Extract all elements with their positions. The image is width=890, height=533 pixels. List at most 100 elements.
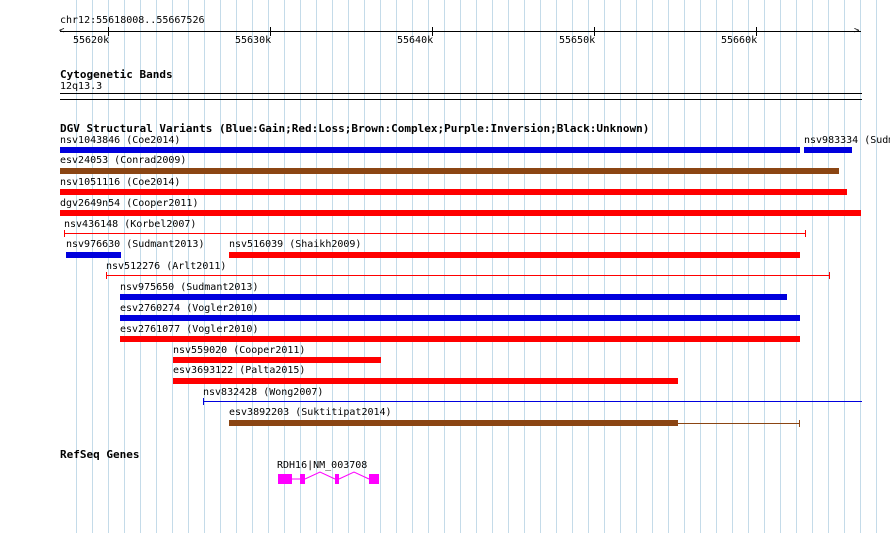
variant-label[interactable]: dgv2649n54 (Cooper2011) [60, 198, 198, 210]
variant-label[interactable]: nsv832428 (Wong2007) [203, 387, 323, 399]
variant-feature[interactable] [804, 147, 852, 153]
grid-line [444, 0, 445, 533]
grid-line [540, 0, 541, 533]
variant-end-tick [106, 272, 107, 279]
gene-model-rdh16[interactable] [270, 466, 390, 490]
variant-label[interactable]: nsv512276 (Arlt2011) [106, 261, 226, 273]
ruler-label: 55640k [397, 35, 434, 46]
variant-feature[interactable] [173, 357, 381, 363]
grid-line [428, 0, 429, 533]
grid-line [572, 0, 573, 533]
variant-feature[interactable] [60, 168, 839, 174]
ruler-label: 55620k [73, 35, 110, 46]
grid-line [652, 0, 653, 533]
grid-line [380, 0, 381, 533]
grid-line [556, 0, 557, 533]
ruler-left-arrow: < [59, 26, 65, 36]
location-label: chr12:55618008..55667526 [60, 15, 205, 26]
variant-feature[interactable] [203, 401, 862, 402]
grid-line [412, 0, 413, 533]
grid-line [668, 0, 669, 533]
grid-line [636, 0, 637, 533]
variant-end-tick [203, 398, 204, 405]
grid-line [812, 0, 813, 533]
grid-line [796, 0, 797, 533]
genome-browser-view: chr12:55618008..55667526 < > 55620k 5563… [0, 0, 890, 533]
variant-feature[interactable] [229, 420, 678, 426]
variant-label[interactable]: nsv436148 (Korbel2007) [64, 219, 196, 231]
grid-line [604, 0, 605, 533]
variant-feature[interactable] [106, 275, 830, 276]
dgv-track-title[interactable]: DGV Structural Variants (Blue:Gain;Red:L… [60, 122, 649, 135]
grid-line [332, 0, 333, 533]
cytoband-track-title[interactable]: Cytogenetic Bands [60, 68, 173, 81]
variant-feature[interactable] [60, 210, 861, 216]
grid-line [268, 0, 269, 533]
grid-line [588, 0, 589, 533]
grid-line [732, 0, 733, 533]
gene-exon [278, 474, 292, 484]
refseq-track-title[interactable]: RefSeq Genes [60, 448, 139, 461]
cytoband-label: 12q13.3 [60, 81, 103, 92]
grid-line [748, 0, 749, 533]
grid-line [348, 0, 349, 533]
grid-line [252, 0, 253, 533]
gene-exon [335, 474, 339, 484]
ruler-label: 55630k [235, 35, 272, 46]
variant-end-tick [64, 230, 65, 237]
grid-line [684, 0, 685, 533]
grid-line [284, 0, 285, 533]
variant-feature[interactable] [229, 252, 800, 258]
variant-label[interactable]: nsv983334 (Sudm [804, 135, 890, 147]
cytoband-line [60, 93, 862, 94]
grid-line [524, 0, 525, 533]
variant-label[interactable]: nsv1051116 (Coe2014) [60, 177, 180, 189]
variant-end-tick [799, 420, 800, 427]
ruler-label: 55660k [721, 35, 758, 46]
grid-line [780, 0, 781, 533]
grid-line [716, 0, 717, 533]
variant-end-tick [829, 272, 830, 279]
gene-exon [300, 474, 305, 484]
variant-feature[interactable] [60, 189, 847, 195]
grid-line [700, 0, 701, 533]
cytoband-line [60, 99, 862, 100]
grid-line [364, 0, 365, 533]
grid-line [860, 0, 861, 533]
grid-line [844, 0, 845, 533]
ruler-line [60, 31, 861, 32]
grid-line [508, 0, 509, 533]
grid-line [396, 0, 397, 533]
variant-label[interactable]: esv2760274 (Vogler2010) [120, 303, 258, 315]
grid-line [620, 0, 621, 533]
variant-feature[interactable] [120, 336, 800, 342]
variant-feature[interactable] [60, 147, 800, 153]
variant-label[interactable]: nsv1043846 (Coe2014) [60, 135, 180, 147]
variant-label[interactable]: esv2761077 (Vogler2010) [120, 324, 258, 336]
variant-feature-extension[interactable] [678, 423, 800, 424]
ruler-right-arrow: > [854, 26, 860, 36]
gene-intron [304, 471, 336, 480]
grid-line [492, 0, 493, 533]
grid-line [300, 0, 301, 533]
variant-label[interactable]: nsv559020 (Cooper2011) [173, 345, 305, 357]
ruler-label: 55650k [559, 35, 596, 46]
grid-line [828, 0, 829, 533]
variant-feature[interactable] [66, 252, 121, 258]
variant-feature[interactable] [64, 233, 806, 234]
grid-line [460, 0, 461, 533]
variant-label[interactable]: nsv975650 (Sudmant2013) [120, 282, 258, 294]
variant-feature[interactable] [120, 294, 787, 300]
variant-label[interactable]: esv3693122 (Palta2015) [173, 365, 305, 377]
gene-intron [338, 471, 370, 480]
variant-label[interactable]: nsv976630 (Sudmant2013) [66, 239, 204, 251]
grid-line [476, 0, 477, 533]
variant-feature[interactable] [173, 378, 678, 384]
variant-label[interactable]: nsv516039 (Shaikh2009) [229, 239, 361, 251]
grid-line [876, 0, 877, 533]
gene-exon [369, 474, 379, 484]
variant-label[interactable]: esv3892203 (Suktitipat2014) [229, 407, 392, 419]
variant-label[interactable]: esv24053 (Conrad2009) [60, 155, 186, 167]
variant-end-tick [805, 230, 806, 237]
variant-feature[interactable] [120, 315, 800, 321]
